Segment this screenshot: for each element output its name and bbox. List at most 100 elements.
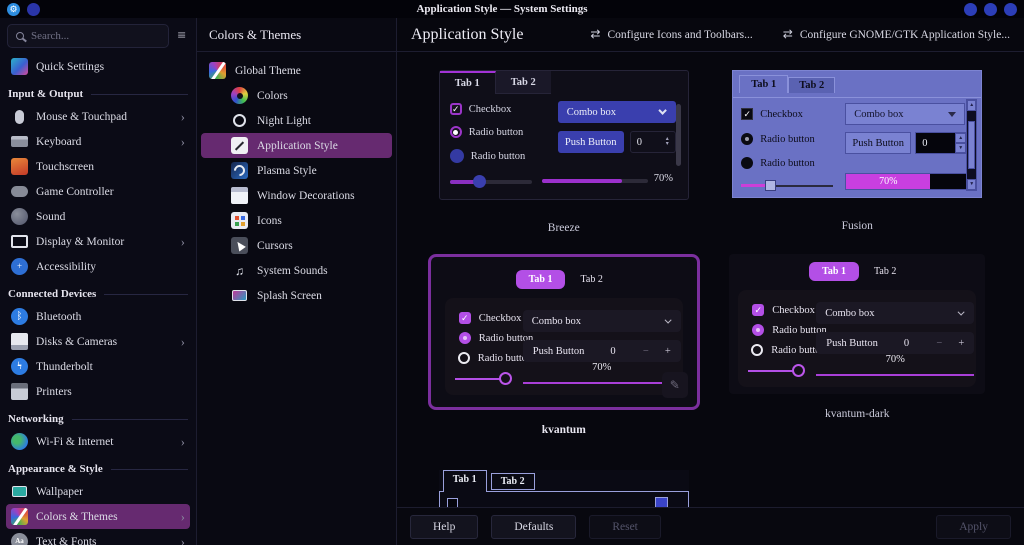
preview-combobox: Combo box bbox=[522, 310, 681, 332]
system-settings-gear-icon: ⚙ bbox=[7, 2, 20, 16]
section-header-label: Networking bbox=[8, 413, 64, 425]
game-controller-icon bbox=[11, 186, 28, 197]
sidebar-item-label: Disks & Cameras bbox=[36, 335, 118, 348]
sidebar-item-colors-themes[interactable]: Colors & Themes bbox=[6, 504, 190, 529]
apply-button[interactable]: Apply bbox=[936, 514, 1011, 539]
preview-combobox: Combo box bbox=[816, 302, 975, 324]
sidebar-item-keyboard[interactable]: Keyboard bbox=[6, 129, 190, 154]
chevron-right-icon bbox=[181, 435, 185, 448]
preview-card-fusion[interactable]: Tab 1 Tab 2 Checkbox Radio button Radio … bbox=[732, 70, 983, 198]
sidebar-item-display-monitor[interactable]: Display & Monitor bbox=[6, 229, 190, 254]
maximize-button[interactable] bbox=[984, 2, 997, 16]
progress-value: 70% bbox=[592, 362, 612, 373]
colors-themes-panel: Colors & Themes Global Theme Colors Night … bbox=[197, 18, 397, 545]
disks-icon bbox=[11, 333, 28, 350]
defaults-button[interactable]: Defaults bbox=[491, 514, 577, 539]
sidebar-item-label: Quick Settings bbox=[36, 60, 105, 73]
help-button[interactable]: Help bbox=[410, 514, 479, 539]
edit-theme-button[interactable] bbox=[661, 372, 688, 398]
checkbox-icon bbox=[752, 304, 765, 316]
selected-theme-frame[interactable]: Tab 1 Tab 2 Checkbox Radio button Radio … bbox=[427, 254, 700, 410]
search-input[interactable]: Search... bbox=[7, 24, 169, 48]
minimize-button[interactable] bbox=[964, 2, 977, 16]
sidebar-item-printers[interactable]: Printers bbox=[6, 379, 190, 404]
section-header-label: Input & Output bbox=[8, 88, 84, 100]
sidebar-section-header: Networking bbox=[8, 413, 188, 425]
sidebar-item-text-fonts[interactable]: Text & Fonts bbox=[6, 529, 190, 545]
section-header-label: Appearance & Style bbox=[8, 463, 103, 475]
configure-icons-toolbars-button[interactable]: Configure Icons and Toolbars... bbox=[590, 27, 752, 42]
colors-themes-list: Global Theme Colors Night Light Application… bbox=[197, 52, 396, 545]
theme-nav-item-system-sounds[interactable]: System Sounds bbox=[201, 258, 392, 283]
sidebar-item-wi-fi-internet[interactable]: Wi-Fi & Internet bbox=[6, 429, 190, 454]
main-header: Application Style Configure Icons and To… bbox=[397, 18, 1024, 52]
preview-push-button: Push Button bbox=[557, 131, 624, 153]
preview-checkbox-row: Checkbox bbox=[458, 312, 521, 324]
theme-nav-item-application-style[interactable]: Application Style bbox=[201, 133, 392, 158]
preview-radio-row: Radio button bbox=[449, 126, 523, 138]
section-header-label: Connected Devices bbox=[8, 288, 97, 300]
sidebar-item-sound[interactable]: Sound bbox=[6, 204, 190, 229]
preview-tab-2: Tab 2 bbox=[873, 266, 897, 277]
preview-progressbar bbox=[522, 382, 681, 384]
window-title: Application Style — System Settings bbox=[416, 3, 588, 15]
theme-nav-item-cursors[interactable]: Cursors bbox=[201, 233, 392, 258]
sidebar-item-game-controller[interactable]: Game Controller bbox=[6, 179, 190, 204]
hamburger-menu-icon[interactable]: ≡ bbox=[175, 28, 189, 45]
plasma-style-icon bbox=[231, 162, 248, 179]
preview-card-kvantum[interactable]: Tab 1 Tab 2 Checkbox Radio button Radio … bbox=[729, 254, 986, 394]
nav-item-label: Splash Screen bbox=[257, 289, 322, 302]
preview-card-windows[interactable]: Tab 1 Tab 2 bbox=[438, 470, 689, 507]
preview-slider bbox=[748, 364, 814, 378]
chevron-right-icon bbox=[181, 335, 185, 348]
theme-name-caption: kvantum bbox=[541, 424, 586, 436]
preview-card-kvantum[interactable]: Tab 1 Tab 2 Checkbox Radio button Radio … bbox=[435, 262, 692, 402]
theme-nav-item-plasma-style[interactable]: Plasma Style bbox=[201, 158, 392, 183]
mouse-icon bbox=[11, 108, 28, 125]
preview-tab-1: Tab 1 bbox=[439, 71, 496, 94]
sidebar-item-accessibility[interactable]: Accessibility bbox=[6, 254, 190, 279]
theme-nav-item-splash-screen[interactable]: Splash Screen bbox=[201, 283, 392, 308]
accessibility-icon bbox=[11, 258, 28, 275]
close-button[interactable] bbox=[1004, 2, 1017, 16]
theme-name-caption: Breeze bbox=[547, 222, 580, 234]
sidebar-item-disks-cameras[interactable]: Disks & Cameras bbox=[6, 329, 190, 354]
chevron-right-icon bbox=[181, 135, 185, 148]
sidebar-item-bluetooth[interactable]: Bluetooth bbox=[6, 304, 190, 329]
spin-arrows-icon: ▴ ▾ bbox=[665, 136, 669, 147]
display-icon bbox=[11, 233, 28, 250]
sidebar-item-label: Wallpaper bbox=[36, 485, 83, 498]
preview-radio-row: Radio button bbox=[741, 133, 815, 145]
spin-arrows-icon: ▲ ▼ bbox=[955, 133, 967, 153]
sidebar-item-thunderbolt[interactable]: Thunderbolt bbox=[6, 354, 190, 379]
preview-cell-Breeze: Tab 1 Tab 2 Checkbox Radio button Radio … bbox=[438, 52, 689, 238]
text-fonts-icon bbox=[11, 533, 28, 545]
icons-icon bbox=[231, 212, 248, 229]
sidebar-item-label: Colors & Themes bbox=[36, 510, 118, 523]
radio-selected-icon bbox=[752, 324, 765, 336]
touchscreen-icon bbox=[11, 158, 28, 175]
application-style-icon bbox=[231, 137, 248, 154]
theme-nav-item-icons[interactable]: Icons bbox=[201, 208, 392, 233]
footer-bar: Help Defaults Reset Apply bbox=[397, 507, 1024, 545]
global-theme-icon bbox=[209, 62, 226, 79]
sidebar-item-quick-settings[interactable]: Quick Settings bbox=[6, 54, 190, 79]
theme-nav-item-global-theme[interactable]: Global Theme bbox=[201, 58, 392, 83]
preview-spin-value: 0 bbox=[903, 337, 910, 349]
system-settings-window: ⚙ Application Style — System Settings Se… bbox=[0, 0, 1024, 545]
theme-nav-item-night-light[interactable]: Night Light bbox=[201, 108, 392, 133]
configure-gnome-gtk-button[interactable]: Configure GNOME/GTK Application Style... bbox=[783, 27, 1010, 42]
nav-item-label: Colors bbox=[257, 89, 288, 102]
radio-selected-icon bbox=[458, 332, 471, 344]
keyboard-icon bbox=[11, 136, 28, 147]
preview-card-breeze[interactable]: Tab 1 Tab 2 Checkbox Radio button Radio … bbox=[438, 70, 689, 200]
reset-button[interactable]: Reset bbox=[589, 514, 661, 539]
window-decorations-icon bbox=[231, 187, 248, 204]
sound-icon bbox=[11, 208, 28, 225]
sidebar-item-wallpaper[interactable]: Wallpaper bbox=[6, 479, 190, 504]
sidebar-section-header: Appearance & Style bbox=[8, 463, 188, 475]
sidebar-item-mouse-touchpad[interactable]: Mouse & Touchpad bbox=[6, 104, 190, 129]
theme-nav-item-colors[interactable]: Colors bbox=[201, 83, 392, 108]
sidebar-item-touchscreen[interactable]: Touchscreen bbox=[6, 154, 190, 179]
theme-nav-item-window-decorations[interactable]: Window Decorations bbox=[201, 183, 392, 208]
